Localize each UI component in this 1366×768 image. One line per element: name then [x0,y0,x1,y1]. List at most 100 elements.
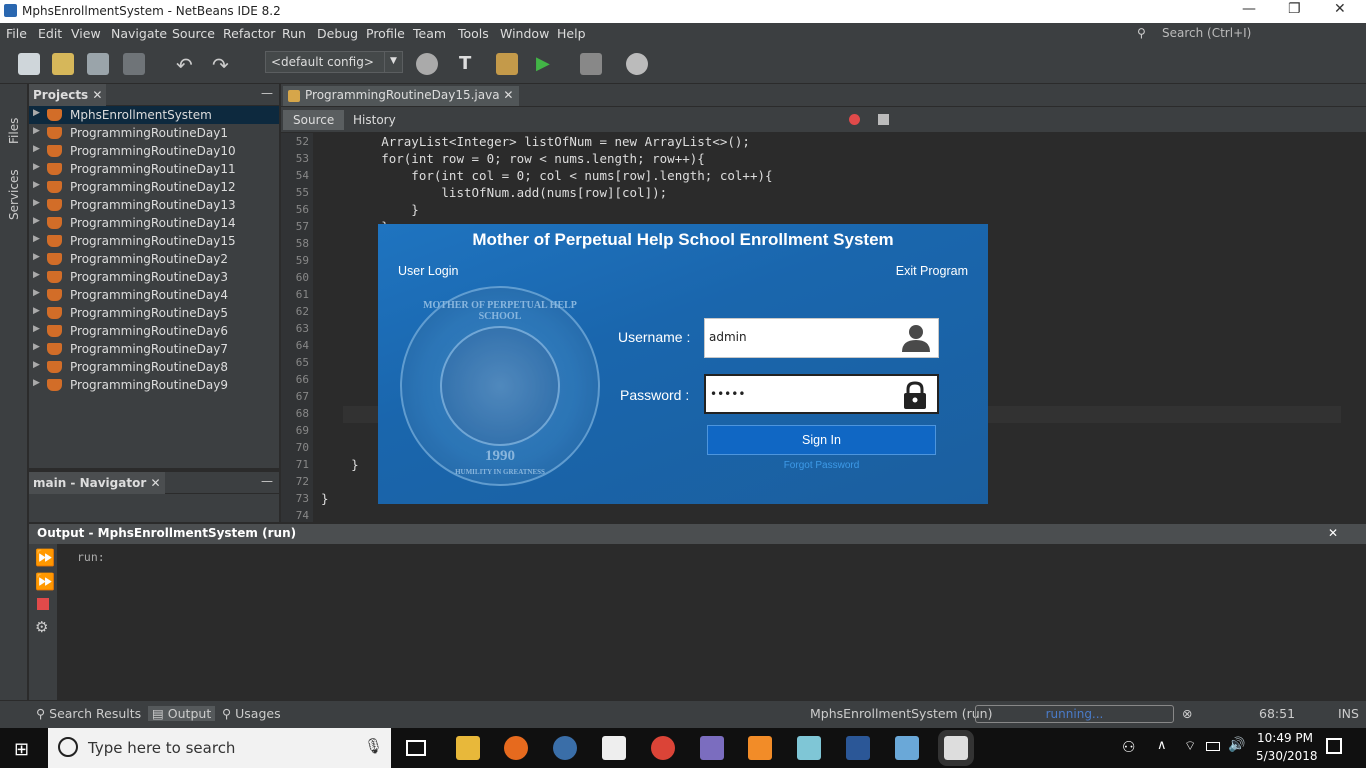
chrome-icon[interactable] [651,736,675,760]
expand-icon[interactable]: ▶ [33,342,40,352]
expand-icon[interactable]: ▶ [33,234,40,244]
editor-tab[interactable]: ProgrammingRoutineDay15.java ✕ [283,86,520,106]
rerun-with-params-icon[interactable]: ⏩ [35,572,55,591]
usages-tab[interactable]: ⚲ Usages [222,706,281,721]
minimize-button[interactable]: — [1242,1,1256,17]
sign-in-button[interactable]: Sign In [707,425,936,455]
task-view-icon[interactable] [406,740,426,756]
close-icon[interactable]: ✕ [1328,526,1338,540]
menu-debug[interactable]: Debug [317,26,358,41]
tree-item[interactable]: ▶ ProgrammingRoutineDay2 [29,250,279,268]
minimize-panel-icon[interactable]: — [261,474,273,488]
menu-tools[interactable]: Tools [458,26,489,41]
app-icon[interactable] [553,736,577,760]
undo-icon[interactable]: ↶ [176,53,198,77]
expand-icon[interactable]: ▶ [33,180,40,190]
clean-build-icon[interactable] [496,53,518,75]
firefox-icon[interactable] [504,736,528,760]
stop-macro-icon[interactable] [878,114,889,125]
expand-icon[interactable]: ▶ [33,324,40,334]
taskbar-search[interactable]: Type here to search 🎙 [48,728,391,768]
debug-icon[interactable] [580,53,602,75]
history-button[interactable]: History [343,110,406,130]
expand-icon[interactable]: ▶ [33,126,40,136]
menu-run[interactable]: Run [282,26,306,41]
tree-item[interactable]: ▶ ProgrammingRoutineDay10 [29,142,279,160]
record-macro-icon[interactable] [849,114,860,125]
mail-icon[interactable] [602,736,626,760]
ide-search-input[interactable]: Search (Ctrl+I) [1162,26,1251,40]
exit-program-link[interactable]: Exit Program [896,264,968,278]
expand-icon[interactable]: ▶ [33,216,40,226]
password-field[interactable]: ••••• [704,374,939,414]
cancel-process-icon[interactable]: ⊗ [1182,706,1192,721]
expand-icon[interactable]: ▶ [33,252,40,262]
close-button[interactable]: ✕ [1334,1,1346,17]
tree-item[interactable]: ▶ ProgrammingRoutineDay11 [29,160,279,178]
file-explorer-icon[interactable] [456,736,480,760]
media-player-icon[interactable] [748,736,772,760]
menu-help[interactable]: Help [557,26,586,41]
tree-item[interactable]: ▶ ProgrammingRoutineDay4 [29,286,279,304]
menu-window[interactable]: Window [500,26,549,41]
menu-edit[interactable]: Edit [38,26,62,41]
notifications-icon[interactable] [1326,738,1342,754]
config-select[interactable]: <default config> ▼ [265,51,403,73]
tree-item[interactable]: ▶ ProgrammingRoutineDay15 [29,232,279,250]
chevron-up-icon[interactable]: ∧ [1157,738,1167,753]
menu-source[interactable]: Source [172,26,215,41]
menu-team[interactable]: Team [413,26,446,41]
new-project-icon[interactable] [52,53,74,75]
save-all-icon[interactable] [123,53,145,75]
expand-icon[interactable]: ▶ [33,270,40,280]
expand-icon[interactable]: ▶ [33,288,40,298]
expand-icon[interactable]: ▶ [33,306,40,316]
battery-icon[interactable] [1206,742,1220,751]
rerun-icon[interactable]: ⏩ [35,548,55,567]
close-tab-icon[interactable]: ✕ [503,88,513,102]
restore-button[interactable]: ❐ [1288,1,1301,17]
projects-tab[interactable]: Projects ✕ [29,84,107,106]
tree-item[interactable]: ▶ ProgrammingRoutineDay5 [29,304,279,322]
tree-item[interactable]: ▶ ProgrammingRoutineDay14 [29,214,279,232]
menu-navigate[interactable]: Navigate [111,26,167,41]
menu-profile[interactable]: Profile [366,26,405,41]
tree-item[interactable]: ▶ ProgrammingRoutineDay9 [29,376,279,394]
open-project-icon[interactable] [87,53,109,75]
microphone-icon[interactable]: 🎙 [364,737,383,755]
new-file-icon[interactable] [18,53,40,75]
wifi-icon[interactable]: ⌔ [1184,738,1196,754]
expand-icon[interactable]: ▶ [33,162,40,172]
build-icon[interactable]: T [459,53,481,75]
stop-icon[interactable] [37,598,49,610]
clock-date[interactable]: 5/30/2018 [1256,749,1318,763]
run-icon[interactable]: ▶ [536,53,558,75]
settings-icon[interactable]: ⚙ [35,618,48,636]
tree-item[interactable]: ▶ MphsEnrollmentSystem [29,106,279,124]
tree-item[interactable]: ▶ ProgrammingRoutineDay7 [29,340,279,358]
tree-item[interactable]: ▶ ProgrammingRoutineDay1 [29,124,279,142]
forgot-password-link[interactable]: Forgot Password [707,460,936,471]
files-side-tab[interactable]: Files [7,118,21,144]
menu-refactor[interactable]: Refactor [223,26,275,41]
notes-icon[interactable] [797,736,821,760]
tree-item[interactable]: ▶ ProgrammingRoutineDay8 [29,358,279,376]
globe-icon[interactable] [416,53,438,75]
expand-icon[interactable]: ▶ [33,360,40,370]
source-button[interactable]: Source [283,110,345,130]
expand-icon[interactable]: ▶ [33,198,40,208]
services-side-tab[interactable]: Services [7,169,21,220]
windows-start-icon[interactable]: ⊞ [14,739,29,760]
tree-item[interactable]: ▶ ProgrammingRoutineDay12 [29,178,279,196]
username-field[interactable]: admin [704,318,939,358]
clock-time[interactable]: 10:49 PM [1257,731,1313,745]
profile-icon[interactable] [626,53,648,75]
people-icon[interactable]: ⚇ [1122,738,1135,756]
word-icon[interactable] [846,736,870,760]
editor-scrollbar[interactable] [1341,133,1355,522]
search-results-tab[interactable]: ⚲ Search Results [36,706,141,721]
php-icon[interactable] [700,736,724,760]
java-icon[interactable] [938,730,974,766]
minimize-panel-icon[interactable]: — [261,86,273,100]
output-tab[interactable]: ▤ Output [148,706,216,721]
